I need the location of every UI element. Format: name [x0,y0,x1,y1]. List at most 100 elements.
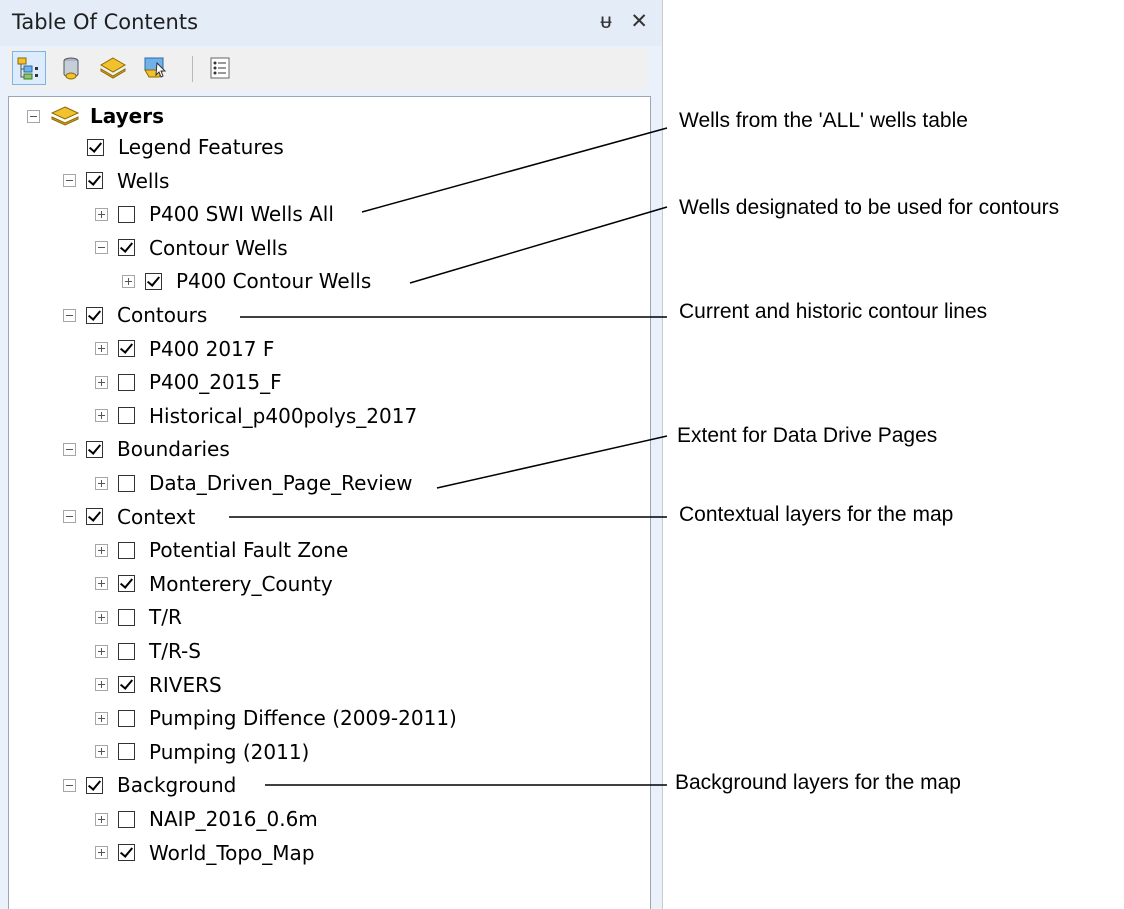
visibility-checkbox[interactable] [118,205,135,223]
tree-item[interactable]: Pumping Diffence (2009-2011) [95,703,457,733]
collapse-toggle[interactable] [63,174,76,188]
tree-item[interactable]: P400 2017 F [95,334,274,364]
expand-toggle[interactable] [95,577,108,591]
visibility-checkbox[interactable] [118,743,135,761]
tree-item-label: Contour Wells [149,235,288,260]
visibility-checkbox[interactable] [118,676,135,694]
tree-item-label: P400 SWI Wells All [149,202,334,227]
toolbar-separator [192,56,193,82]
visibility-checkbox[interactable] [118,239,135,257]
collapse-toggle[interactable] [95,241,108,255]
options-button[interactable] [203,51,237,85]
layers-icon [50,106,80,126]
annotation-all-wells: Wells from the 'ALL' wells table [679,109,968,132]
tree-item[interactable]: Context [63,502,195,532]
tree-item-label: Wells [117,168,170,193]
tree-item-label: Potential Fault Zone [149,538,349,563]
expand-toggle[interactable] [95,375,108,389]
expand-toggle[interactable] [95,745,108,759]
expand-toggle[interactable] [95,476,108,490]
collapse-toggle[interactable] [63,308,76,322]
visibility-checkbox[interactable] [86,440,103,458]
annotation-contours: Current and historic contour lines [679,300,988,323]
visibility-checkbox[interactable] [118,373,135,391]
tree-item[interactable]: Potential Fault Zone [95,535,348,565]
tree-item-label: Monterery_County [149,571,333,596]
visibility-checkbox[interactable] [118,407,135,425]
tree-item-label: Boundaries [117,437,230,462]
table-of-contents-panel: Table Of Contents ᵾ ✕ Layers Legend Feat… [0,0,663,909]
list-by-drawing-order-icon [17,57,38,80]
list-by-drawing-order-button[interactable] [12,51,46,85]
list-by-source-button[interactable] [54,51,88,85]
visibility-checkbox[interactable] [118,642,135,660]
tree-item[interactable]: Wells [63,166,169,196]
options-list-icon [210,57,230,79]
list-by-visibility-button[interactable] [96,51,130,85]
tree-item[interactable]: P400_2015_F [95,367,282,397]
tree-item[interactable]: Pumping (2011) [95,737,309,767]
tree-item[interactable]: Contours [63,300,207,330]
tree-item[interactable]: P400 SWI Wells All [95,199,334,229]
expand-toggle[interactable] [95,543,108,557]
list-by-selection-button[interactable] [138,51,172,85]
collapse-toggle[interactable] [27,109,40,123]
tree-item[interactable]: Background [63,770,236,800]
tree-item[interactable]: NAIP_2016_0.6m [95,804,318,834]
tree-item-label: Data_Driven_Page_Review [149,471,413,495]
annotation-context: Contextual layers for the map [679,503,954,526]
collapse-toggle[interactable] [63,510,76,524]
visibility-checkbox[interactable] [145,272,162,290]
expand-toggle[interactable] [95,409,108,423]
expand-toggle[interactable] [95,207,108,221]
panel-title: Table Of Contents [12,10,199,34]
tree-item[interactable]: Legend Features [87,132,284,162]
tree-item-label: T/R-S [149,639,201,663]
visibility-checkbox[interactable] [118,474,135,492]
tree-item[interactable]: Contour Wells [95,233,288,263]
expand-toggle[interactable] [95,678,108,692]
tree-item[interactable]: Historical_p400polys_2017 [95,401,417,431]
visibility-checkbox[interactable] [118,340,135,358]
annotation-background: Background layers for the map [675,771,961,794]
visibility-checkbox[interactable] [87,138,104,156]
visibility-checkbox[interactable] [118,608,135,626]
tree-root-layers[interactable]: Layers [27,101,164,131]
tree-item[interactable]: Data_Driven_Page_Review [95,468,413,498]
tree-item[interactable]: RIVERS [95,670,222,700]
expand-toggle[interactable] [95,846,108,860]
tree-item[interactable]: Boundaries [63,434,230,464]
tree-item[interactable]: T/R [95,602,182,632]
tree-item[interactable]: T/R-S [95,636,201,666]
tree-item-label: Pumping Diffence (2009-2011) [149,706,457,731]
tree-item[interactable]: World_Topo_Map [95,838,315,868]
expand-toggle[interactable] [122,274,135,288]
visibility-checkbox[interactable] [118,810,135,828]
visibility-checkbox[interactable] [86,508,103,526]
tree-item-label: World_Topo_Map [149,840,315,865]
visibility-checkbox[interactable] [118,844,135,862]
visibility-checkbox[interactable] [86,306,103,324]
tree-item[interactable]: P400 Contour Wells [122,266,371,296]
selection-icon [144,57,167,78]
tree-item-label: P400 2017 F [149,336,275,361]
tree-root-label: Layers [90,104,164,128]
visibility-checkbox[interactable] [86,776,103,794]
expand-toggle[interactable] [95,644,108,658]
visibility-checkbox[interactable] [86,172,103,190]
tree-item[interactable]: Monterery_County [95,569,333,599]
visibility-checkbox[interactable] [118,575,135,593]
pin-icon[interactable]: ᵾ [600,9,611,33]
collapse-toggle[interactable] [63,778,76,792]
expand-toggle[interactable] [95,812,108,826]
titlebar-buttons: ᵾ ✕ [588,9,648,34]
close-icon[interactable]: ✕ [630,9,648,33]
expand-toggle[interactable] [95,610,108,624]
visibility-checkbox[interactable] [118,709,135,727]
visibility-checkbox[interactable] [118,541,135,559]
annotation-boundaries: Extent for Data Drive Pages [677,424,938,447]
expand-toggle[interactable] [95,342,108,356]
layer-tree: Layers Legend Features Wells P400 SWI Well… [8,96,651,909]
collapse-toggle[interactable] [63,442,76,456]
expand-toggle[interactable] [95,711,108,725]
